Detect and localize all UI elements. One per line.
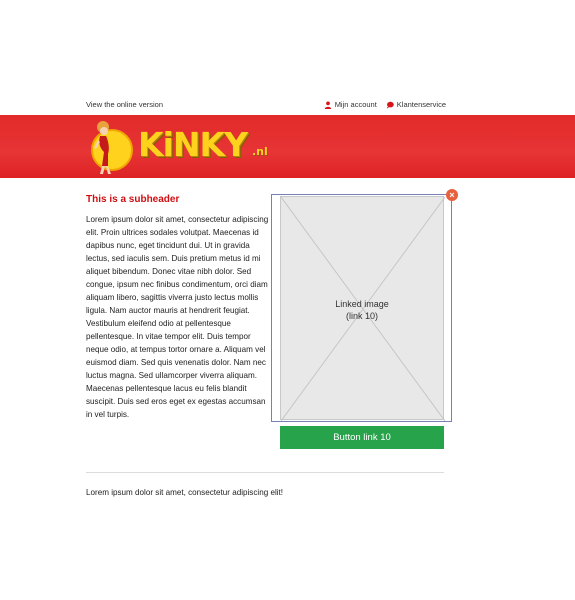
- divider: [86, 472, 444, 473]
- customer-service-label: Klantenservice: [396, 100, 446, 109]
- top-links: Mijn account Klantenservice: [324, 100, 446, 109]
- logo-wordmark: KiNKY: [138, 125, 248, 164]
- subheader: This is a subheader: [86, 194, 180, 205]
- linked-image-line2: (link 10): [345, 311, 378, 321]
- button-link-10[interactable]: Button link 10: [280, 426, 444, 449]
- top-bar: View the online version Mijn account Kla…: [86, 100, 446, 112]
- customer-service-link[interactable]: Klantenservice: [386, 100, 446, 109]
- body-paragraph: Lorem ipsum dolor sit amet, consectetur …: [86, 215, 269, 419]
- close-icon[interactable]: ×: [446, 189, 458, 201]
- user-icon: [324, 101, 331, 109]
- linked-image-line1: Linked image: [335, 299, 389, 309]
- view-online-link[interactable]: View the online version: [86, 100, 163, 109]
- footer-text: Lorem ipsum dolor sit amet, consectetur …: [86, 488, 284, 497]
- kinky-logo[interactable]: KiNKY .nl: [86, 118, 268, 176]
- my-account-label: Mijn account: [334, 100, 377, 109]
- pinup-mascot-icon: [91, 121, 133, 174]
- linked-image-label: Linked image (link 10): [280, 298, 444, 322]
- chat-bubble-icon: [386, 101, 394, 109]
- my-account-link[interactable]: Mijn account: [324, 100, 377, 109]
- logo-suffix: .nl: [252, 145, 268, 158]
